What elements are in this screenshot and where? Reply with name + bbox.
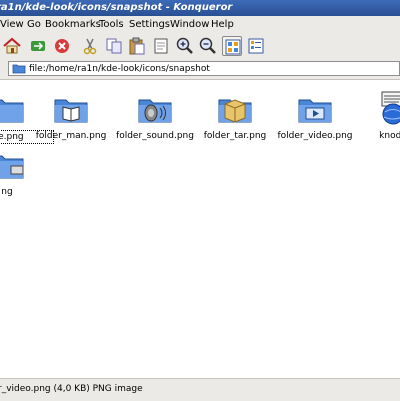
document-icon	[154, 38, 168, 54]
reload-button[interactable]	[28, 36, 48, 56]
icon-view-button[interactable]	[222, 36, 242, 56]
menu-settings[interactable]: Settings	[127, 18, 172, 31]
knode-icon	[381, 91, 400, 125]
stop-button[interactable]	[52, 36, 72, 56]
file-item[interactable]: folder_tar.png	[190, 86, 280, 142]
menu-bar: View Go Bookmarks Tools Settings Window …	[0, 16, 400, 34]
cut-icon	[83, 38, 97, 55]
file-label: knode	[379, 131, 400, 141]
status-text: r_video.png (4,0 KB) PNG image	[0, 384, 143, 394]
file-label: folder_tar.png	[203, 131, 267, 141]
file-item[interactable]: ng	[0, 142, 52, 198]
file-label: folder_man.png	[35, 131, 107, 141]
main-toolbar	[0, 33, 400, 59]
location-bar	[0, 59, 400, 80]
copy-button[interactable]	[104, 36, 124, 56]
file-view: ge.png folder_man.png folder_sound.png f…	[0, 80, 400, 378]
file-item[interactable]: folder_man.png	[26, 86, 116, 142]
paste-button[interactable]	[127, 36, 147, 56]
folder-sound-icon	[138, 99, 172, 123]
file-item[interactable]: folder_sound.png	[110, 86, 200, 142]
file-label: folder_video.png	[277, 131, 353, 141]
menu-view[interactable]: View	[0, 18, 26, 31]
copy-icon	[106, 38, 122, 54]
icon-view-icon	[225, 39, 241, 55]
menu-bookmarks[interactable]: Bookmarks	[43, 18, 103, 31]
folder-icon	[12, 64, 26, 74]
detail-view-button[interactable]	[246, 36, 266, 56]
zoom-out-button[interactable]	[198, 36, 218, 56]
home-button[interactable]	[2, 36, 22, 56]
zoom-out-icon	[199, 37, 216, 54]
folder-tar-icon	[218, 99, 252, 123]
stop-icon	[55, 39, 69, 53]
location-input[interactable]	[29, 62, 389, 75]
file-label: ng	[1, 187, 13, 197]
location-field	[8, 61, 400, 76]
menu-tools[interactable]: Tools	[97, 18, 126, 31]
folder-video-icon	[298, 99, 332, 123]
network-folder-icon	[0, 155, 24, 179]
home-icon	[3, 37, 21, 54]
print-button[interactable]	[151, 36, 171, 56]
window-title: ra1n/kde-look/icons/snapshot - Konqueror	[0, 2, 233, 13]
file-item[interactable]: folder_video.png	[270, 86, 360, 142]
file-item[interactable]: knode	[348, 86, 400, 142]
menu-window[interactable]: Window	[168, 18, 211, 31]
folder-image-icon	[0, 99, 24, 123]
status-bar: r_video.png (4,0 KB) PNG image	[0, 378, 400, 401]
paste-icon	[129, 37, 145, 55]
zoom-in-icon	[176, 37, 193, 54]
cut-button[interactable]	[80, 36, 100, 56]
title-bar: ra1n/kde-look/icons/snapshot - Konqueror	[0, 0, 400, 16]
zoom-in-button[interactable]	[175, 36, 195, 56]
file-label: folder_sound.png	[116, 131, 194, 141]
menu-go[interactable]: Go	[25, 18, 43, 31]
menu-help[interactable]: Help	[209, 18, 236, 31]
folder-man-icon	[54, 99, 88, 123]
detail-view-icon	[248, 38, 264, 54]
reload-icon	[31, 41, 45, 51]
